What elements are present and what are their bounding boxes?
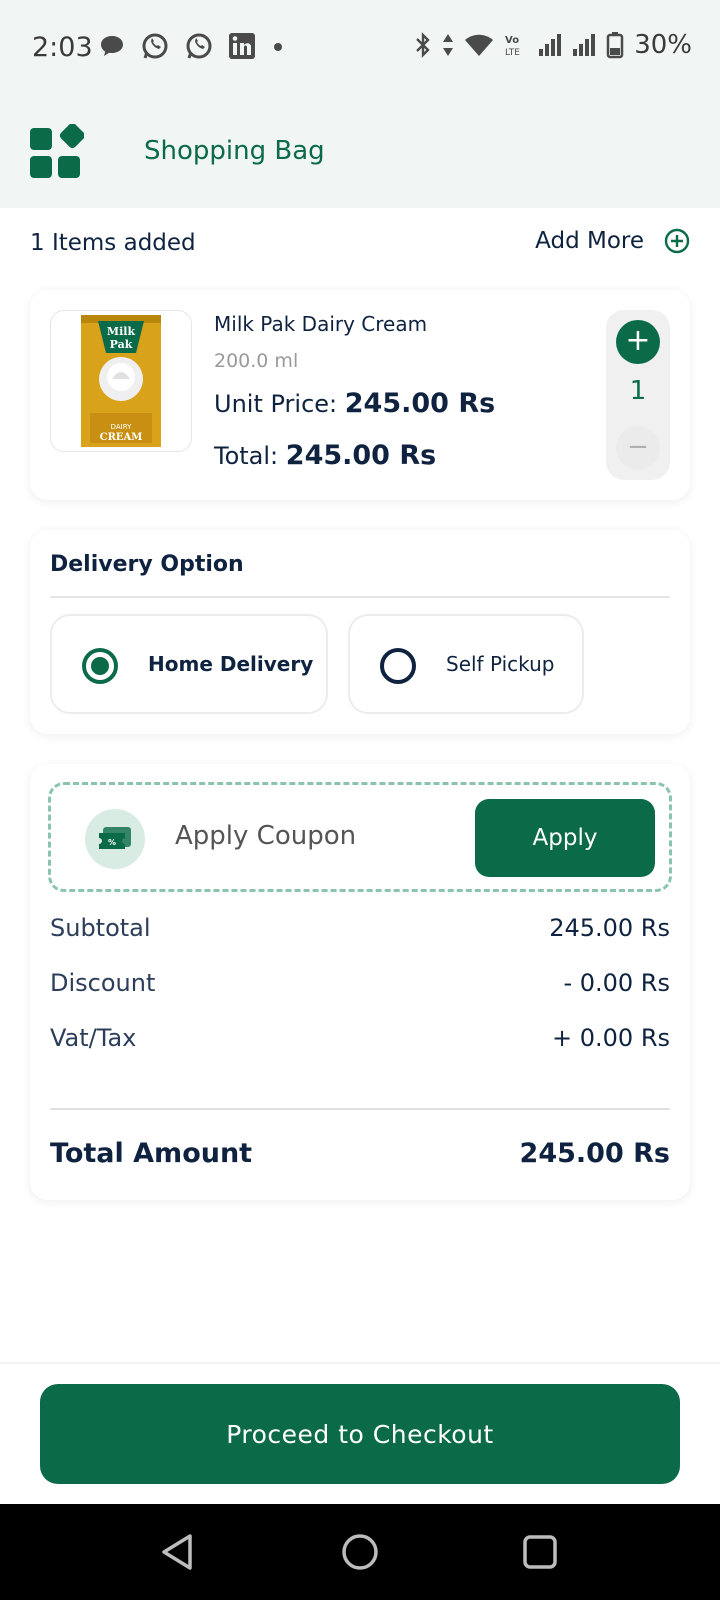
tax-label: Vat/Tax <box>50 1024 137 1052</box>
divider <box>50 596 670 598</box>
svg-text:CREAM: CREAM <box>100 432 143 443</box>
self-pickup-label: Self Pickup <box>446 652 555 676</box>
item-total-value: 245.00 Rs <box>285 440 437 471</box>
add-more-button[interactable]: Add More <box>535 228 690 254</box>
total-amount-row: Total Amount 245.00 Rs <box>50 1138 670 1178</box>
tax-value: + 0.00 Rs <box>552 1024 670 1052</box>
app-grid-logo[interactable] <box>28 124 84 180</box>
system-navigation-bar <box>0 1504 720 1600</box>
svg-text:%: % <box>108 838 116 847</box>
wifi-icon <box>465 34 494 56</box>
signal-icon <box>539 34 562 56</box>
whatsapp-icon <box>186 33 212 59</box>
cart-items-header: 1 Items added Add More <box>30 228 690 264</box>
status-bar: 2:03 Vo LTE 30% <box>0 0 720 96</box>
quantity-stepper: + 1 − <box>606 310 670 480</box>
subtotal-label: Subtotal <box>50 914 151 942</box>
unit-price-label: Unit Price: <box>214 390 338 418</box>
volte-icon: Vo LTE <box>505 35 520 58</box>
total-amount-value: 245.00 Rs <box>519 1138 670 1169</box>
home-icon[interactable] <box>340 1532 380 1572</box>
unit-price: Unit Price: 245.00 Rs <box>214 388 495 419</box>
milk-pack-image: Milk Pak DAIRY CREAM <box>81 315 161 447</box>
svg-text:Pak: Pak <box>110 338 133 351</box>
product-image[interactable]: Milk Pak DAIRY CREAM <box>50 310 192 452</box>
back-icon[interactable] <box>158 1532 198 1572</box>
add-more-label: Add More <box>535 228 644 254</box>
discount-label: Discount <box>50 969 156 997</box>
bluetooth-icon <box>416 32 430 58</box>
recent-apps-icon[interactable] <box>520 1532 560 1572</box>
battery-icon <box>606 32 624 59</box>
item-total-label: Total: <box>214 442 279 470</box>
discount-row: Discount - 0.00 Rs <box>50 969 670 1003</box>
svg-text:DAIRY: DAIRY <box>111 423 133 431</box>
coupon-box: % Apply <box>48 782 672 892</box>
notification-icons <box>98 31 286 61</box>
home-delivery-label: Home Delivery <box>148 652 314 676</box>
plus-circle-icon <box>664 228 690 254</box>
page-title: Shopping Bag <box>144 136 325 166</box>
whatsapp-icon <box>142 33 168 59</box>
app-header: Shopping Bag <box>0 96 720 208</box>
message-icon <box>101 36 123 56</box>
proceed-to-checkout-button[interactable]: Proceed to Checkout <box>40 1384 680 1484</box>
coupon-icon: % <box>85 809 145 869</box>
linkedin-icon <box>229 33 255 59</box>
svg-text:Milk: Milk <box>107 325 136 338</box>
decrease-quantity-button[interactable]: − <box>616 426 660 470</box>
cart-item-card: Milk Pak DAIRY CREAM Milk Pak Dairy Crea… <box>30 290 690 500</box>
signal-icon <box>573 34 596 56</box>
delivery-option-title: Delivery Option <box>50 552 244 577</box>
coupon-input[interactable] <box>175 821 455 851</box>
data-arrows-icon <box>443 34 454 56</box>
items-count-label: 1 Items added <box>30 230 196 256</box>
order-summary-card: % Apply Subtotal 245.00 Rs Discount - 0.… <box>30 764 690 1200</box>
divider <box>50 1108 670 1110</box>
total-amount-label: Total Amount <box>50 1138 253 1169</box>
delivery-option-card: Delivery Option Home Delivery Self Picku… <box>30 530 690 734</box>
discount-value: - 0.00 Rs <box>563 969 670 997</box>
quantity-value: 1 <box>629 376 647 406</box>
tax-row: Vat/Tax + 0.00 Rs <box>50 1024 670 1058</box>
home-delivery-option[interactable]: Home Delivery <box>50 614 328 714</box>
unit-price-value: 245.00 Rs <box>344 388 496 419</box>
item-total: Total: 245.00 Rs <box>214 440 436 471</box>
subtotal-row: Subtotal 245.00 Rs <box>50 914 670 948</box>
system-icons: Vo LTE 30% <box>414 30 692 60</box>
radio-unselected-icon[interactable] <box>380 648 416 684</box>
dot-icon <box>274 43 282 51</box>
battery-percent: 30% <box>634 30 692 60</box>
svg-text:LTE: LTE <box>505 48 520 58</box>
radio-selected-icon[interactable] <box>82 648 118 684</box>
status-time: 2:03 <box>32 32 93 63</box>
svg-text:Vo: Vo <box>505 35 519 46</box>
product-size: 200.0 ml <box>214 350 299 372</box>
product-name: Milk Pak Dairy Cream <box>214 312 428 336</box>
subtotal-value: 245.00 Rs <box>549 914 670 942</box>
apply-coupon-button[interactable]: Apply <box>475 799 655 877</box>
self-pickup-option[interactable]: Self Pickup <box>348 614 584 714</box>
divider <box>0 1362 720 1364</box>
increase-quantity-button[interactable]: + <box>616 320 660 364</box>
